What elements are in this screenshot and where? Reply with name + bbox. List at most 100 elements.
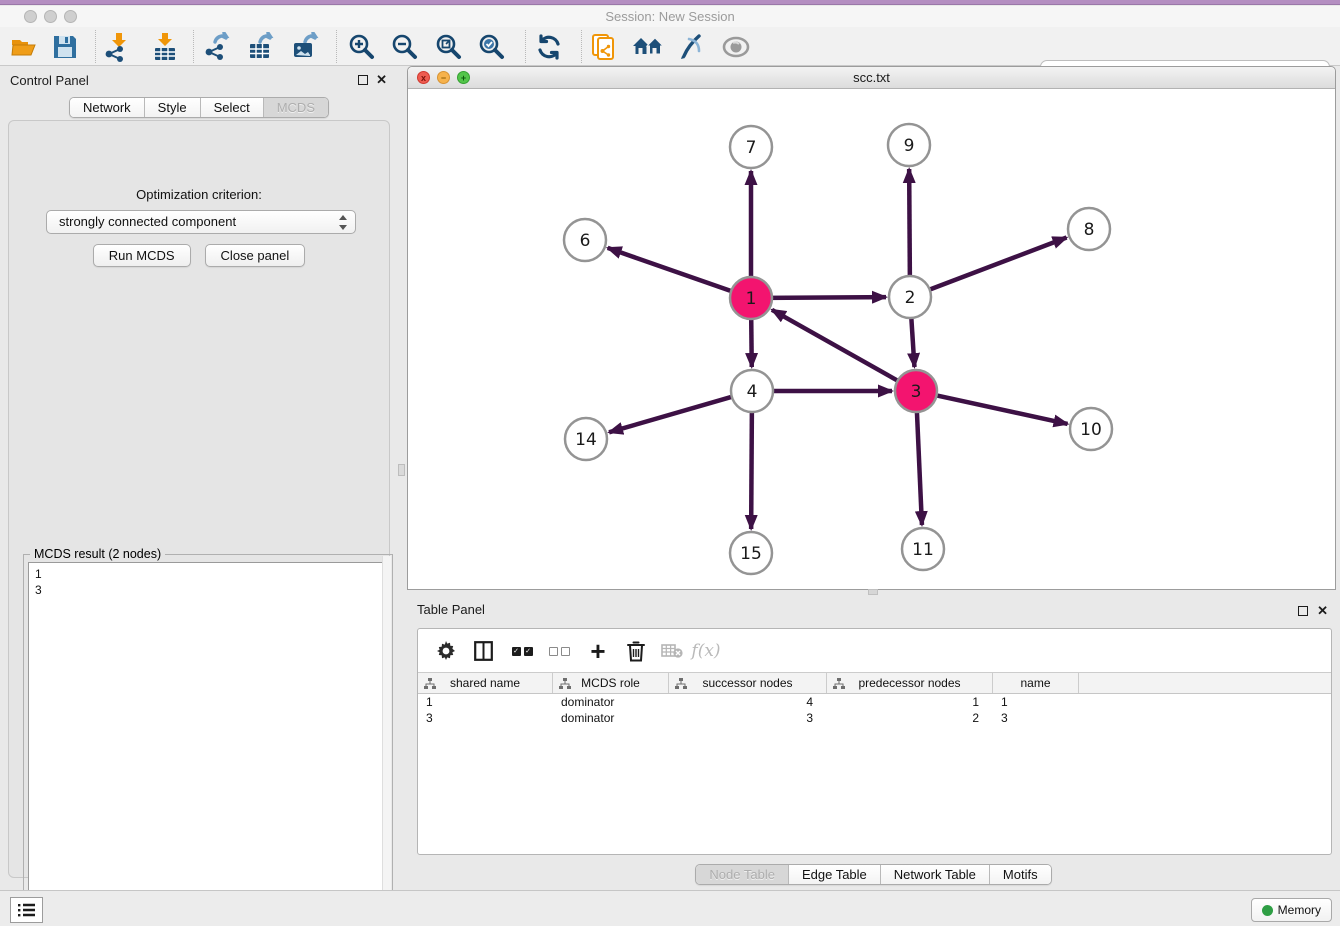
- graph-node-label-11: 11: [912, 540, 934, 560]
- toolbar-separator: [193, 30, 194, 63]
- graph-edge-1-4[interactable]: [751, 315, 752, 367]
- toolbar-separator: [525, 30, 526, 63]
- window-title: Session: New Session: [0, 9, 1340, 24]
- export-network-icon[interactable]: [202, 31, 234, 63]
- app-titlebar: Session: New Session: [0, 6, 1340, 27]
- node-table-container: ✓✓ + f(x) shared name MCDS role: [417, 628, 1332, 855]
- select-stepper-icon: [338, 215, 348, 231]
- graph-node-label-2: 2: [905, 288, 916, 308]
- table-row[interactable]: 3 dominator 3 2 3: [418, 710, 1331, 726]
- control-panel-header: Control Panel ✕: [0, 68, 398, 94]
- hide-details-eye-icon: [720, 31, 752, 63]
- table-row[interactable]: 1 dominator 4 1 1: [418, 694, 1331, 710]
- split-columns-icon[interactable]: [469, 637, 497, 665]
- column-header-mcds-role[interactable]: MCDS role: [553, 673, 669, 693]
- refresh-icon[interactable]: [533, 31, 565, 63]
- table-header-row: shared name MCDS role successor nodes pr…: [418, 672, 1331, 694]
- zoom-fit-icon[interactable]: [433, 31, 465, 63]
- export-image-icon[interactable]: [289, 31, 321, 63]
- graph-edge-1-2[interactable]: [768, 297, 886, 298]
- table-panel-tabs: Node Table Edge Table Network Table Moti…: [695, 864, 1051, 885]
- import-network-icon[interactable]: [102, 31, 134, 63]
- graph-edge-4-15[interactable]: [751, 408, 752, 529]
- column-header-successor-nodes[interactable]: successor nodes: [669, 673, 827, 693]
- float-panel-icon[interactable]: [358, 75, 368, 85]
- network-canvas[interactable]: 7968124314101511: [408, 89, 1335, 589]
- horizontal-splitter-handle[interactable]: [868, 589, 878, 595]
- import-table-icon[interactable]: [149, 31, 181, 63]
- table-settings-gear-icon[interactable]: [432, 637, 460, 665]
- tab-style[interactable]: Style: [145, 98, 201, 117]
- tab-network-table[interactable]: Network Table: [881, 865, 990, 884]
- menubar-strip: [0, 0, 1340, 5]
- graph-node-label-4: 4: [747, 382, 758, 402]
- network-view-title: scc.txt: [408, 70, 1335, 85]
- panel-splitter-handle[interactable]: [398, 464, 405, 476]
- optimization-criterion-label: Optimization criterion:: [9, 187, 389, 202]
- mcds-result-group: MCDS result (2 nodes) 1 3: [23, 554, 393, 926]
- deselect-all-columns-icon[interactable]: [545, 637, 573, 665]
- graph-node-label-8: 8: [1084, 220, 1095, 240]
- tab-network[interactable]: Network: [70, 98, 145, 117]
- graph-edge-2-8[interactable]: [926, 238, 1067, 291]
- memory-button[interactable]: Memory: [1251, 898, 1332, 922]
- tab-mcds[interactable]: MCDS: [264, 98, 328, 117]
- select-all-columns-icon[interactable]: ✓✓: [508, 637, 536, 665]
- zoom-selected-icon[interactable]: [476, 31, 508, 63]
- tab-edge-table[interactable]: Edge Table: [789, 865, 881, 884]
- tab-node-table[interactable]: Node Table: [696, 865, 789, 884]
- table-toolbar: ✓✓ + f(x): [418, 629, 1331, 672]
- run-mcds-button[interactable]: Run MCDS: [93, 244, 191, 267]
- list-icon: [18, 903, 36, 917]
- optimization-criterion-select[interactable]: strongly connected component: [46, 210, 356, 234]
- memory-label: Memory: [1278, 903, 1321, 917]
- delete-column-trash-icon[interactable]: [622, 637, 650, 665]
- graph-node-label-15: 15: [740, 544, 762, 564]
- graph-edge-4-14[interactable]: [609, 396, 736, 433]
- control-panel: Control Panel ✕ Network Style Select MCD…: [0, 68, 398, 890]
- graph-edge-3-1[interactable]: [772, 310, 901, 383]
- task-history-button[interactable]: [10, 897, 43, 923]
- column-header-shared-name[interactable]: shared name: [418, 673, 553, 693]
- column-header-name[interactable]: name: [993, 673, 1079, 693]
- table-panel-header: Table Panel ✕: [407, 597, 1340, 623]
- toolbar-separator: [581, 30, 582, 63]
- network-view-titlebar[interactable]: x − + scc.txt: [408, 67, 1335, 89]
- tab-select[interactable]: Select: [201, 98, 264, 117]
- zoom-out-icon[interactable]: [389, 31, 421, 63]
- close-panel-icon[interactable]: ✕: [376, 72, 387, 88]
- graph-edge-2-9[interactable]: [909, 169, 910, 280]
- graph-edge-3-11[interactable]: [917, 408, 922, 525]
- graph-edge-1-6[interactable]: [608, 248, 735, 292]
- copy-network-icon[interactable]: [588, 31, 620, 63]
- graph-edge-3-10[interactable]: [933, 395, 1068, 424]
- zoom-in-icon[interactable]: [346, 31, 378, 63]
- add-column-icon[interactable]: +: [584, 637, 612, 665]
- column-header-predecessor-nodes[interactable]: predecessor nodes: [827, 673, 993, 693]
- result-scrollbar[interactable]: [382, 556, 391, 926]
- graph-node-label-10: 10: [1080, 420, 1102, 440]
- optimization-criterion-value: strongly connected component: [59, 214, 236, 229]
- table-float-panel-icon[interactable]: [1298, 606, 1308, 616]
- network-view-window: x − + scc.txt 7968124314101511: [407, 66, 1336, 590]
- delete-table-icon: [658, 637, 686, 665]
- tab-motifs[interactable]: Motifs: [990, 865, 1051, 884]
- apply-style-icon[interactable]: [675, 31, 707, 63]
- graph-node-label-3: 3: [911, 382, 922, 402]
- memory-status-icon: [1262, 905, 1273, 916]
- mcds-result-title: MCDS result (2 nodes): [30, 547, 165, 561]
- close-panel-button[interactable]: Close panel: [205, 244, 306, 267]
- table-close-panel-icon[interactable]: ✕: [1317, 603, 1328, 619]
- home-icon[interactable]: [632, 31, 664, 63]
- mcds-result-textarea[interactable]: 1 3: [28, 562, 388, 922]
- export-table-icon[interactable]: [245, 31, 277, 63]
- save-icon[interactable]: [49, 31, 81, 63]
- graph-node-label-6: 6: [580, 231, 591, 251]
- main-toolbar: [0, 27, 1340, 66]
- open-folder-icon[interactable]: [8, 31, 40, 63]
- graph-node-label-9: 9: [904, 136, 915, 156]
- graph-edge-2-3[interactable]: [911, 314, 914, 367]
- mcds-panel: Optimization criterion: strongly connect…: [8, 120, 390, 878]
- table-panel: Table Panel ✕ ✓✓ + f(x: [407, 597, 1340, 889]
- status-bar: Memory: [0, 890, 1340, 926]
